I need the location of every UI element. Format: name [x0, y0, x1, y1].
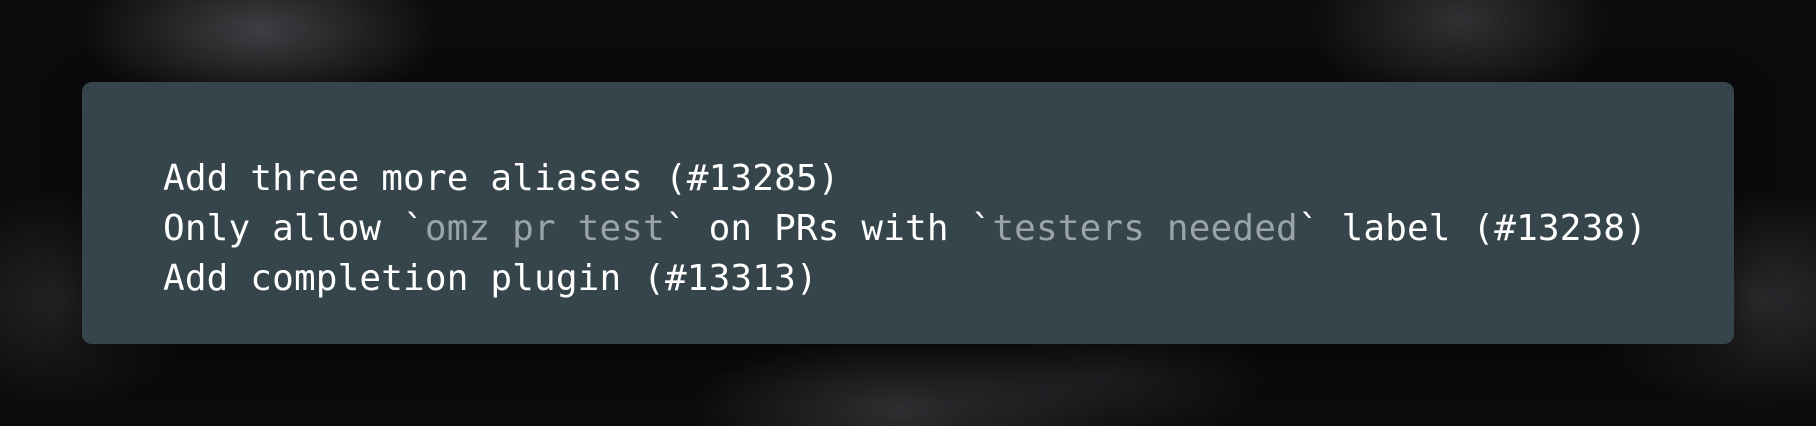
commit-line-2: Only allow `omz pr test` on PRs with `te… — [163, 204, 1734, 254]
changelog-card: Add three more aliases (#13285) Only all… — [82, 82, 1734, 344]
commit-line-2-suffix: ` label (#13238) — [1297, 208, 1648, 249]
commit-line-2-prefix: Only allow ` — [163, 208, 425, 249]
inline-code-testers-needed: testers needed — [992, 208, 1298, 249]
commit-line-1: Add three more aliases (#13285) — [163, 158, 840, 199]
commit-line-2-middle: ` on PRs with ` — [664, 208, 993, 249]
commit-line-3: Add completion plugin (#13313) — [163, 258, 818, 299]
inline-code-omz-pr-test: omz pr test — [424, 208, 665, 249]
